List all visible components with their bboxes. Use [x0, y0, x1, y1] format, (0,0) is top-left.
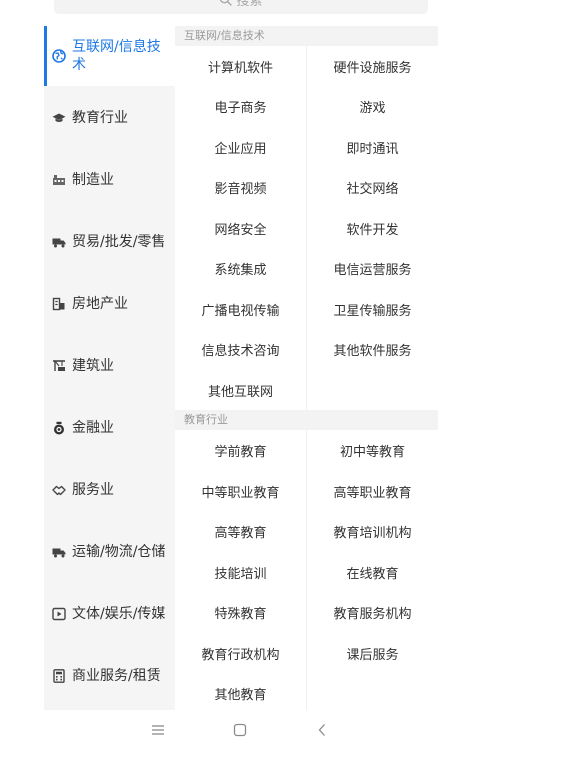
- sidebar-item-construction[interactable]: 建筑业: [44, 336, 175, 396]
- graduation-cap-icon: [52, 111, 66, 125]
- sidebar-item-label: 服务业: [72, 482, 114, 498]
- sub-industry-panel: 互联网/信息技术 计算机软件 硬件设施服务 电子商务 游戏 企业应用 即时通讯 …: [175, 26, 438, 710]
- sub-industry-item[interactable]: 教育服务机构: [307, 592, 438, 632]
- sidebar-item-label: 商业服务/租赁: [72, 668, 161, 684]
- sub-industry-item[interactable]: 教育行政机构: [175, 633, 306, 673]
- sidebar-item-real-estate[interactable]: 房地产业: [44, 274, 175, 334]
- search-placeholder: 搜索: [236, 0, 263, 9]
- sub-industry-item[interactable]: 中等职业教育: [175, 471, 306, 511]
- sub-industry-item[interactable]: 即时通讯: [307, 127, 438, 167]
- truck-icon: [52, 235, 66, 249]
- sidebar-item-label: 房地产业: [72, 296, 128, 312]
- sub-industry-item[interactable]: 电子商务: [175, 86, 306, 126]
- sub-industry-item[interactable]: 课后服务: [307, 633, 438, 673]
- search-bar[interactable]: 搜索: [54, 0, 428, 14]
- money-bag-icon: [52, 421, 66, 435]
- section-header-internet-it: 互联网/信息技术: [175, 26, 438, 46]
- sidebar-item-label: 文体/娱乐/传媒: [72, 606, 166, 622]
- sidebar-item-label: 制造业: [72, 172, 114, 188]
- sub-industry-item[interactable]: 技能培训: [175, 552, 306, 592]
- home-icon: [233, 723, 247, 737]
- globe-icon: [52, 49, 66, 63]
- sidebar-item-label: 运输/物流/仓储: [72, 544, 166, 560]
- truck-icon: [52, 545, 66, 559]
- sidebar-item-label: 金融业: [72, 420, 114, 436]
- sub-industry-item[interactable]: 其他教育: [175, 673, 306, 713]
- calculator-icon: [52, 669, 66, 683]
- sub-industry-item[interactable]: 高等职业教育: [307, 471, 438, 511]
- sidebar-item-label: 贸易/批发/零售: [72, 234, 166, 250]
- sidebar-item-education[interactable]: 教育行业: [44, 88, 175, 148]
- sub-industry-item[interactable]: 初中等教育: [307, 430, 438, 470]
- sub-industry-item[interactable]: 社交网络: [307, 167, 438, 207]
- back-icon: [317, 723, 327, 737]
- play-icon: [52, 607, 66, 621]
- sub-industry-item[interactable]: 信息技术咨询: [175, 329, 306, 369]
- sub-industry-item[interactable]: 网络安全: [175, 208, 306, 248]
- industry-icon: [52, 173, 66, 187]
- home-button[interactable]: [232, 722, 248, 738]
- sidebar-item-manufacturing[interactable]: 制造业: [44, 150, 175, 210]
- building-icon: [52, 297, 66, 311]
- back-button[interactable]: [314, 722, 330, 738]
- menu-button[interactable]: [150, 722, 166, 738]
- sub-industry-item[interactable]: 系统集成: [175, 248, 306, 288]
- sub-industry-item[interactable]: 教育培训机构: [307, 511, 438, 551]
- sub-industry-item[interactable]: 软件开发: [307, 208, 438, 248]
- sidebar-item-finance[interactable]: 金融业: [44, 398, 175, 458]
- sub-industry-item[interactable]: 其他软件服务: [307, 329, 438, 369]
- sub-industry-item[interactable]: 影音视频: [175, 167, 306, 207]
- sub-industry-item[interactable]: 卫星传输服务: [307, 289, 438, 329]
- construction-icon: [52, 359, 66, 373]
- handshake-icon: [52, 483, 66, 497]
- sub-industry-item[interactable]: 计算机软件: [175, 46, 306, 86]
- sidebar-item-transport-logistics[interactable]: 运输/物流/仓储: [44, 522, 175, 582]
- sidebar-item-culture-entertainment-media[interactable]: 文体/娱乐/传媒: [44, 584, 175, 644]
- sub-industry-item[interactable]: 硬件设施服务: [307, 46, 438, 86]
- sub-industry-item[interactable]: 游戏: [307, 86, 438, 126]
- sub-industry-item[interactable]: 电信运营服务: [307, 248, 438, 288]
- sidebar-item-label: 互联网/信息技术: [72, 39, 161, 73]
- sub-industry-item[interactable]: 特殊教育: [175, 592, 306, 632]
- system-nav-bar: [0, 712, 561, 748]
- sidebar-item-label: 教育行业: [72, 110, 128, 126]
- menu-icon: [151, 724, 165, 736]
- sub-industry-item[interactable]: 企业应用: [175, 127, 306, 167]
- sidebar-item-business-services-leasing[interactable]: 商业服务/租赁: [44, 646, 175, 706]
- sidebar-item-label: 建筑业: [72, 358, 114, 374]
- industry-sidebar: 互联网/信息技术 教育行业 制造业 贸易/批发/零售 房地产业 建筑业 金融业 …: [44, 26, 175, 710]
- sub-industry-item[interactable]: 在线教育: [307, 552, 438, 592]
- sidebar-item-internet-it[interactable]: 互联网/信息技术: [44, 26, 175, 86]
- sub-industry-item[interactable]: 学前教育: [175, 430, 306, 470]
- sub-industry-item[interactable]: 广播电视传输: [175, 289, 306, 329]
- search-icon: [219, 0, 233, 6]
- sub-industry-item[interactable]: 其他互联网: [175, 370, 306, 410]
- sub-industry-item[interactable]: 高等教育: [175, 511, 306, 551]
- sidebar-item-services[interactable]: 服务业: [44, 460, 175, 520]
- sidebar-item-trade-wholesale-retail[interactable]: 贸易/批发/零售: [44, 212, 175, 272]
- section-header-education: 教育行业: [175, 410, 438, 430]
